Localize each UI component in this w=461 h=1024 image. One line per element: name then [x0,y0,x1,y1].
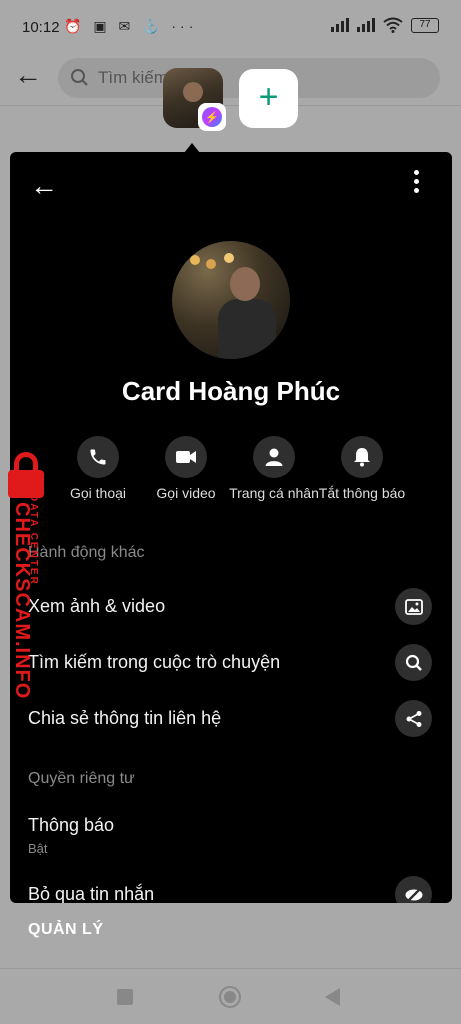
search-icon [395,644,432,681]
row-notifications[interactable]: Thông báo Bật [10,805,452,859]
status-time: 10:12 [22,19,60,36]
bell-icon [341,436,383,478]
add-bubble-button[interactable]: + [239,69,298,128]
contact-name: Card Hoàng Phúc [121,376,341,406]
home-button[interactable] [219,986,241,1008]
row-search-label: Tìm kiếm trong cuộc trò chuyện [28,652,281,672]
watermark: CHECKSCAM.INFO DATA CENTER [0,452,50,699]
watermark-sub-text: DATA CENTER [28,494,39,586]
back-arrow-icon[interactable]: ← [30,170,58,202]
status-bar: 10:12 ⏰ ▣ ✉ ⚓ ··· 77 [0,0,461,56]
battery-icon: 77 [411,17,439,33]
row-notifications-status: Bật [28,841,48,856]
video-call-action[interactable]: Gọi video [136,436,236,501]
row-ignore-label: Bỏ qua tin nhắn [28,884,155,903]
row-view-media[interactable]: Xem ảnh & video [10,586,452,626]
wifi-icon [383,17,403,33]
mute-label: Tắt thông báo [318,485,406,501]
call-action[interactable]: Gọi thoại [48,436,148,501]
recents-button[interactable] [117,989,133,1005]
contact-avatar [172,241,290,359]
row-share-contact[interactable]: Chia sẻ thông tin liên hệ [10,698,452,738]
profile-label: Trang cá nhân [229,485,319,501]
row-share-label: Chia sẻ thông tin liên hệ [28,708,222,728]
nav-back-button[interactable] [325,988,340,1006]
row-search-conversation[interactable]: Tìm kiếm trong cuộc trò chuyện [10,642,452,682]
search-placeholder: Tìm kiếm [98,68,168,87]
eye-slash-icon [395,876,432,903]
notification-icons: ⏰ ▣ ✉ ⚓ ··· [64,18,198,34]
share-icon [395,700,432,737]
row-notifications-label: Thông báo [28,815,115,835]
manage-label[interactable]: QUẢN LÝ [28,921,104,939]
section-privacy: Quyền riêng tư [28,770,135,787]
messenger-badge-icon: ⚡ [198,103,226,131]
signal-icon-2 [357,18,375,32]
video-camera-icon [165,436,207,478]
background-back-arrow-icon[interactable]: ← [14,59,42,91]
quick-actions: Gọi thoại Gọi video Trang cá nhân Tắt th… [10,436,452,506]
image-icon [395,588,432,625]
phone-icon [77,436,119,478]
search-icon [71,69,88,86]
lock-icon [4,452,48,500]
row-ignore-messages[interactable]: Bỏ qua tin nhắn [10,874,452,903]
call-label: Gọi thoại [69,485,127,501]
signal-icon [331,18,349,32]
person-icon [253,436,295,478]
status-right-icons: 77 [331,17,439,33]
profile-action[interactable]: Trang cá nhân [224,436,324,501]
contact-info-sheet: ← Card Hoàng Phúc Gọi thoại Gọi video Tr… [10,152,452,903]
background-search-header: ← Tìm kiếm [0,56,461,106]
more-options-icon[interactable] [414,170,420,193]
mute-action[interactable]: Tắt thông báo [312,436,412,501]
video-call-label: Gọi video [156,485,216,501]
system-nav-bar [0,968,461,1024]
